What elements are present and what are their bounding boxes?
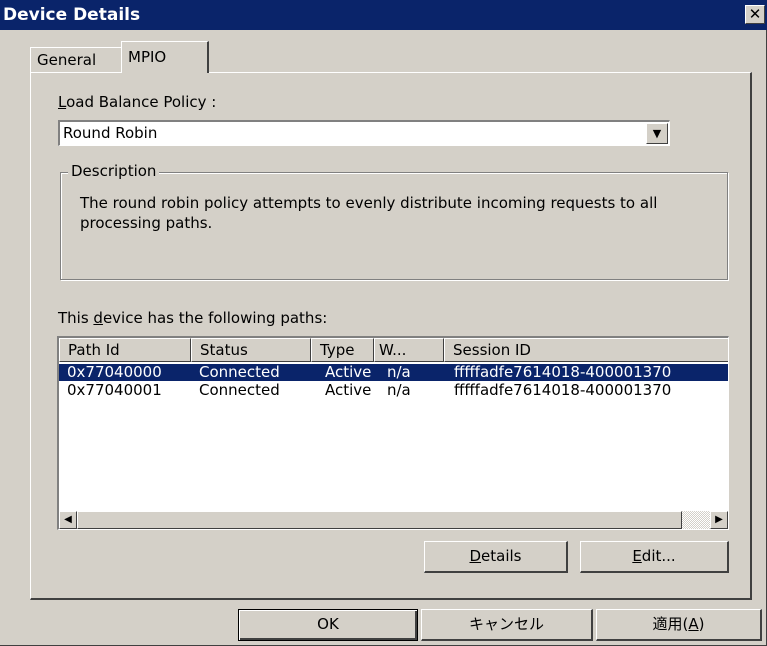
horizontal-scrollbar[interactable]: ◀ ▶ (59, 511, 728, 529)
load-balance-policy-value: Round Robin (63, 124, 158, 142)
column-header-path-id[interactable]: Path Id (59, 338, 191, 362)
cell-path-id: 0x77040000 (67, 364, 162, 381)
details-button[interactable]: Details (424, 541, 568, 573)
column-header-session-id[interactable]: Session ID (444, 338, 728, 362)
tab-general-label: General (37, 51, 97, 69)
tab-mpio[interactable]: MPIO (121, 41, 209, 73)
scroll-left-button[interactable]: ◀ (59, 511, 77, 529)
description-text: The round robin policy attempts to evenl… (80, 194, 658, 232)
scrollbar-track[interactable] (682, 511, 710, 529)
edit-button[interactable]: Edit... (580, 541, 729, 573)
cell-path-id: 0x77040001 (67, 382, 162, 399)
close-icon: ✕ (748, 5, 762, 23)
tab-mpio-label: MPIO (128, 48, 167, 66)
description-legend: Description (68, 162, 160, 180)
scrollbar-thumb[interactable] (77, 511, 682, 529)
column-header-w[interactable]: W... (374, 338, 444, 362)
cell-type: Active (325, 364, 372, 381)
load-balance-policy-select[interactable]: Round Robin ▼ (58, 120, 670, 146)
tab-general[interactable]: General (30, 47, 123, 73)
column-header-status[interactable]: Status (191, 338, 311, 362)
cell-status: Connected (199, 364, 280, 381)
table-row[interactable]: 0x77040000 Connected Active n/a fffffadf… (59, 364, 728, 381)
cell-w: n/a (387, 364, 411, 381)
close-button[interactable]: ✕ (745, 5, 765, 24)
arrow-right-icon: ▶ (715, 514, 723, 525)
arrow-left-icon: ◀ (64, 514, 72, 525)
window-title: Device Details (3, 5, 141, 25)
load-balance-policy-label: Load Balance Policy : (58, 93, 217, 111)
ok-button[interactable]: OK (238, 609, 418, 641)
title-bar: Device Details ✕ (0, 0, 767, 30)
cancel-button[interactable]: キャンセル (421, 609, 593, 641)
cell-status: Connected (199, 382, 280, 399)
cell-type: Active (325, 382, 372, 399)
table-row[interactable]: 0x77040001 Connected Active n/a fffffadf… (59, 382, 728, 399)
scroll-right-button[interactable]: ▶ (710, 511, 728, 529)
cell-session-id: fffffadfe7614018-400001370 (454, 364, 672, 381)
paths-listview[interactable]: Path Id Status Type W... Session ID 0x77… (57, 336, 729, 530)
paths-label: This device has the following paths: (58, 309, 328, 327)
cell-w: n/a (387, 382, 411, 399)
apply-button[interactable]: 適用(A) (596, 609, 762, 641)
dropdown-button[interactable]: ▼ (646, 123, 668, 144)
paths-list-header: Path Id Status Type W... Session ID (59, 338, 728, 362)
cell-session-id: fffffadfe7614018-400001370 (454, 382, 672, 399)
column-header-type[interactable]: Type (311, 338, 374, 362)
device-details-dialog: Device Details ✕ General MPIO Load Balan… (0, 0, 767, 646)
chevron-down-icon: ▼ (652, 127, 662, 140)
